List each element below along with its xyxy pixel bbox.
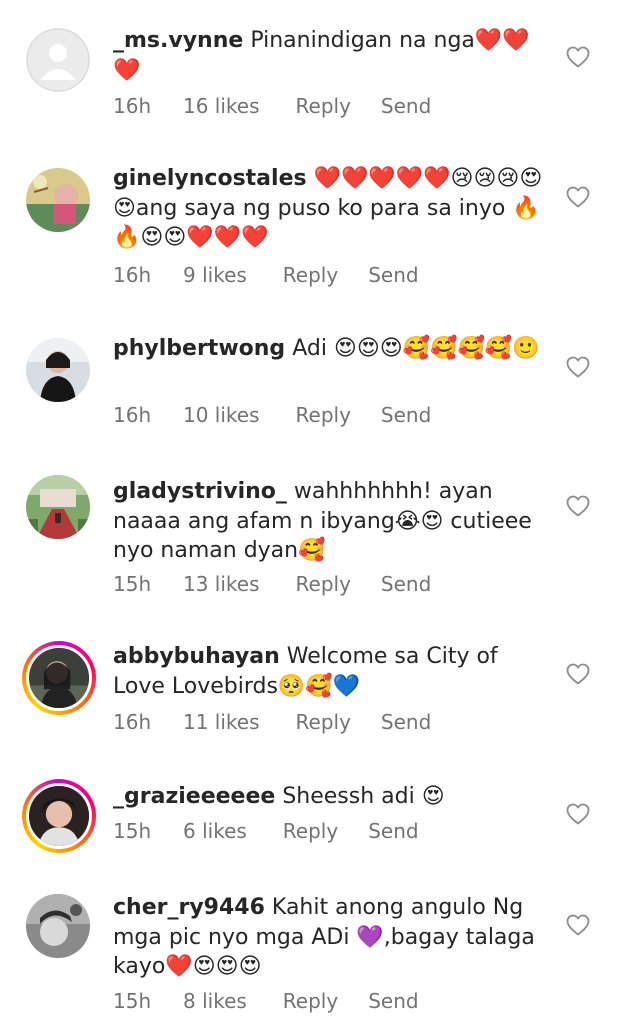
send-button[interactable]: Send: [368, 819, 418, 843]
comment-item: cher_ry9446 Kahit anong angulo Ng mga pi…: [0, 880, 627, 1024]
comment-item: ginelyncostales ❤️❤️❤️❤️❤️😢😢😢😍😍ang saya …: [0, 140, 627, 310]
comment-meta: 16h 10 likes Reply Send: [113, 403, 431, 427]
comment-time: 16h: [113, 263, 152, 287]
reply-button[interactable]: Reply: [283, 819, 338, 843]
comment-item: _grazieeeeee Sheessh adi 😍 15h 6 likes Rep…: [0, 765, 627, 880]
comment-text-block: _grazieeeeee Sheessh adi 😍: [113, 782, 543, 812]
profile-photo: [26, 338, 90, 402]
comment-meta: 15h 13 likes Reply Send: [113, 572, 431, 596]
heart-outline-icon[interactable]: [566, 186, 590, 208]
comment-username[interactable]: cher_ry9446: [113, 895, 265, 920]
comment-time: 15h: [113, 989, 152, 1013]
comment-likes[interactable]: 16 likes: [183, 94, 260, 118]
avatar[interactable]: [26, 894, 90, 958]
heart-outline-icon[interactable]: [566, 356, 590, 378]
avatar[interactable]: [26, 28, 90, 92]
comment-item: _ms.vynne Pinanindigan na nga❤️❤️❤️ 16h 1…: [0, 0, 627, 140]
heart-outline-icon[interactable]: [566, 663, 590, 685]
comment-time: 16h: [113, 710, 152, 734]
heart-outline-icon[interactable]: [566, 46, 590, 68]
profile-photo: [26, 894, 90, 958]
comment-likes[interactable]: 6 likes: [183, 819, 247, 843]
comment-text: Sheessh adi 😍: [282, 784, 445, 809]
comment-username[interactable]: abbybuhayan: [113, 644, 280, 669]
profile-photo: [26, 475, 90, 539]
reply-button[interactable]: Reply: [296, 710, 351, 734]
reply-button[interactable]: Reply: [296, 94, 351, 118]
comment-username[interactable]: _ms.vynne: [113, 28, 243, 53]
heart-outline-icon[interactable]: [566, 495, 590, 517]
comment-item: gladystrivino_ wahhhhhhh! ayan naaaa ang…: [0, 455, 627, 625]
story-ring-avatar[interactable]: [22, 779, 96, 853]
reply-button[interactable]: Reply: [296, 403, 351, 427]
comment-meta: 16h 16 likes Reply Send: [113, 94, 431, 118]
comment-text-block: gladystrivino_ wahhhhhhh! ayan naaaa ang…: [113, 477, 543, 566]
comment-likes[interactable]: 8 likes: [183, 989, 247, 1013]
comment-likes[interactable]: 11 likes: [183, 710, 260, 734]
reply-button[interactable]: Reply: [296, 572, 351, 596]
heart-outline-icon[interactable]: [566, 803, 590, 825]
avatar[interactable]: [26, 475, 90, 539]
comment-meta: 16h 9 likes Reply Send: [113, 263, 419, 287]
comment-username[interactable]: phylbertwong: [113, 336, 285, 361]
comment-meta: 15h 8 likes Reply Send: [113, 989, 419, 1013]
reply-button[interactable]: Reply: [283, 989, 338, 1013]
comment-text-block: _ms.vynne Pinanindigan na nga❤️❤️❤️: [113, 26, 543, 85]
send-button[interactable]: Send: [381, 403, 431, 427]
profile-photo: [26, 783, 92, 849]
comment-text: Adi 😍😍😍🥰🥰🥰🥰🙂: [292, 336, 540, 361]
comment-text-block: phylbertwong Adi 😍😍😍🥰🥰🥰🥰🙂: [113, 334, 543, 364]
default-avatar-icon: [26, 28, 90, 92]
comment-text-block: abbybuhayan Welcome sa City of Love Love…: [113, 642, 543, 701]
send-button[interactable]: Send: [368, 989, 418, 1013]
send-button[interactable]: Send: [368, 263, 418, 287]
comment-time: 15h: [113, 819, 152, 843]
heart-outline-icon[interactable]: [566, 914, 590, 936]
comment-text-block: cher_ry9446 Kahit anong angulo Ng mga pi…: [113, 893, 543, 982]
story-ring-avatar[interactable]: [22, 641, 96, 715]
avatar[interactable]: [26, 338, 90, 402]
comment-likes[interactable]: 13 likes: [183, 572, 260, 596]
send-button[interactable]: Send: [381, 572, 431, 596]
comment-username[interactable]: gladystrivino_: [113, 479, 287, 504]
comment-item: phylbertwong Adi 😍😍😍🥰🥰🥰🥰🙂 16h 10 likes Rep…: [0, 310, 627, 455]
comment-item: abbybuhayan Welcome sa City of Love Love…: [0, 625, 627, 765]
comment-text-block: ginelyncostales ❤️❤️❤️❤️❤️😢😢😢😍😍ang saya …: [113, 164, 543, 253]
profile-photo: [26, 168, 90, 232]
comment-likes[interactable]: 10 likes: [183, 403, 260, 427]
comment-meta: 15h 6 likes Reply Send: [113, 819, 419, 843]
comment-meta: 16h 11 likes Reply Send: [113, 710, 431, 734]
reply-button[interactable]: Reply: [283, 263, 338, 287]
comment-username[interactable]: _grazieeeeee: [113, 784, 275, 809]
profile-photo: [26, 645, 92, 711]
send-button[interactable]: Send: [381, 94, 431, 118]
send-button[interactable]: Send: [381, 710, 431, 734]
avatar[interactable]: [26, 168, 90, 232]
comment-time: 15h: [113, 572, 152, 596]
comment-time: 16h: [113, 403, 152, 427]
comment-likes[interactable]: 9 likes: [183, 263, 247, 287]
comment-username[interactable]: ginelyncostales: [113, 166, 307, 191]
comment-time: 16h: [113, 94, 152, 118]
